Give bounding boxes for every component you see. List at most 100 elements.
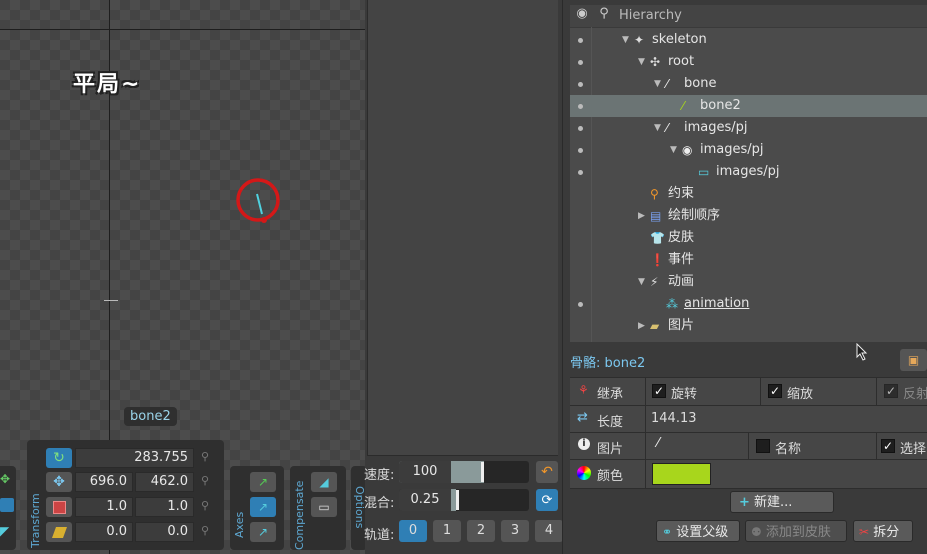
tree-row[interactable]: ⚲ 约束 [570, 183, 927, 205]
translate-y-field[interactable]: 462.0 [135, 472, 194, 492]
visibility-dot[interactable] [578, 104, 583, 109]
tree-row[interactable]: ▭ images/pj [570, 161, 927, 183]
middle-empty-area [367, 0, 558, 456]
visibility-dot[interactable] [578, 302, 583, 307]
shear-y-field[interactable]: 0.0 [135, 522, 194, 542]
axes-parent-button[interactable]: ↗ [250, 497, 276, 517]
tree-row[interactable]: ▼ ⚡ 动画 [570, 271, 927, 293]
speed-slider[interactable]: 100 [399, 461, 529, 483]
tree-row[interactable]: ▶ ▰ 图片 [570, 315, 927, 337]
expand-arrow-icon[interactable]: ▼ [654, 73, 661, 95]
expand-arrow-icon[interactable]: ▼ [670, 139, 677, 161]
select-icon[interactable] [0, 498, 14, 512]
track-button[interactable]: 2 [467, 520, 495, 542]
tree-row[interactable]: ▼ ⁄ bone [570, 73, 927, 95]
mix-slider[interactable]: 0.25 [399, 489, 529, 511]
selected-bone-label: 骨骼: bone2 [570, 356, 646, 371]
add-to-skin-label: 添加到皮肤 [765, 525, 831, 540]
tree-row[interactable]: 👕 皮肤 [570, 227, 927, 249]
hierarchy-header: ◉ ⚲ Hierarchy [570, 5, 927, 28]
tree-row[interactable]: ▼ ✣ root [570, 51, 927, 73]
expand-arrow-icon[interactable]: ▼ [622, 29, 629, 51]
select-checkbox[interactable]: ✓ [881, 438, 895, 453]
new-button[interactable]: + 新建... [730, 491, 834, 513]
origin-marker [104, 300, 118, 301]
visibility-column-icon[interactable]: ◉ [573, 6, 591, 21]
bone-display-icon[interactable]: ⁄ [657, 436, 659, 451]
pose-icon[interactable]: ✥ [0, 472, 14, 486]
tree-row[interactable]: ▼ ⁄ images/pj [570, 117, 927, 139]
scale-lock-icon[interactable]: ⚲ [201, 499, 209, 512]
shear-x-field[interactable]: 0.0 [75, 522, 133, 542]
collapse-arrow-icon[interactable]: ▶ [638, 205, 645, 227]
weights-icon[interactable]: ◤ [0, 524, 14, 538]
world-axes-icon: ↗ [257, 525, 269, 539]
translate-lock-icon[interactable]: ⚲ [201, 474, 209, 487]
length-field[interactable]: 144.13 [651, 411, 697, 426]
image-label: 图片 [597, 442, 624, 457]
transform-panel: Transform ↻ 283.755 ⚲ ✥ 696.0 462.0 ⚲ 1.… [27, 440, 224, 550]
tree-row[interactable]: ▼ ✦ skeleton [570, 29, 927, 51]
translate-x-field[interactable]: 696.0 [75, 472, 133, 492]
collapse-arrow-icon[interactable]: ▶ [638, 315, 645, 337]
scale-x-field[interactable]: 1.0 [75, 497, 133, 517]
set-parent-button[interactable]: ⚭ 设置父级 [656, 520, 740, 542]
loop-button[interactable]: ⟳ [536, 489, 558, 511]
key-column-icon[interactable]: ⚲ [595, 6, 613, 21]
length-icon: ⇄ [577, 410, 588, 425]
compensate-bones-button[interactable]: ◢ [311, 472, 337, 492]
track-button[interactable]: 0 [399, 520, 427, 542]
tree-row-label: animation [684, 296, 750, 311]
axes-world-button[interactable]: ↗ [250, 522, 276, 542]
visibility-dot[interactable] [578, 38, 583, 43]
visibility-dot[interactable] [578, 126, 583, 131]
info-icon: i [578, 438, 590, 450]
shear-lock-icon[interactable]: ⚲ [201, 524, 209, 537]
mix-slider-handle[interactable] [456, 490, 459, 510]
tree-row[interactable]: ▶ ▤ 绘制顺序 [570, 205, 927, 227]
add-to-skin-button[interactable]: ⚉ 添加到皮肤 [745, 520, 847, 542]
axes-local-button[interactable]: ↗ [250, 472, 276, 492]
expand-arrow-icon[interactable]: ▼ [638, 51, 645, 73]
rotate-field[interactable]: 283.755 [75, 448, 194, 468]
inherit-rotate-checkbox[interactable]: ✓ [652, 383, 666, 398]
visibility-dot[interactable] [578, 170, 583, 175]
visibility-dot[interactable] [578, 60, 583, 65]
tree-row[interactable]: ❗ 事件 [570, 249, 927, 271]
bone-options-button[interactable]: ▣ [900, 349, 927, 371]
image-icon: ▭ [698, 165, 710, 179]
visibility-dot[interactable] [578, 82, 583, 87]
split-button[interactable]: ✂ 拆分 [853, 520, 913, 542]
bone-icon: ⁄ [666, 121, 669, 135]
scale-tool-button[interactable] [46, 497, 72, 517]
scale-y-field[interactable]: 1.0 [135, 497, 194, 517]
set-parent-icon: ⚭ [662, 525, 673, 539]
mouse-cursor-icon [856, 343, 868, 361]
reverse-button[interactable]: ↶ [536, 461, 558, 483]
rotate-tool-button[interactable]: ↻ [46, 448, 72, 468]
track-button[interactable]: 1 [433, 520, 461, 542]
bone-icon: ⁄ [682, 99, 685, 113]
name-checkbox[interactable] [756, 438, 770, 453]
compensate-images-button[interactable]: ▭ [311, 497, 337, 517]
track-button[interactable]: 3 [501, 520, 529, 542]
speed-slider-handle[interactable] [481, 462, 484, 482]
tree-row[interactable]: ⁄ bone2 [570, 95, 927, 117]
track-button[interactable]: 4 [535, 520, 563, 542]
tree-row[interactable]: ⁂ animation [570, 293, 927, 315]
expand-arrow-icon[interactable]: ▼ [638, 271, 645, 293]
bone-name-tag: bone2 [124, 407, 177, 426]
new-button-label: 新建... [754, 495, 793, 510]
visibility-dot[interactable] [578, 148, 583, 153]
tree-row[interactable]: ▼ ◉ images/pj [570, 139, 927, 161]
rotate-lock-icon[interactable]: ⚲ [201, 450, 209, 463]
color-swatch[interactable] [652, 463, 711, 485]
inherit-scale-checkbox[interactable]: ✓ [768, 383, 782, 398]
shear-tool-button[interactable] [46, 522, 72, 542]
tree-row-label: images/pj [700, 142, 764, 157]
draw-order-icon: ▤ [650, 209, 662, 223]
translate-tool-button[interactable]: ✥ [46, 472, 72, 492]
expand-arrow-icon[interactable]: ▼ [654, 117, 661, 139]
inherit-reflect-checkbox[interactable]: ✓ [884, 383, 898, 398]
bone-gizmo[interactable] [232, 176, 284, 228]
